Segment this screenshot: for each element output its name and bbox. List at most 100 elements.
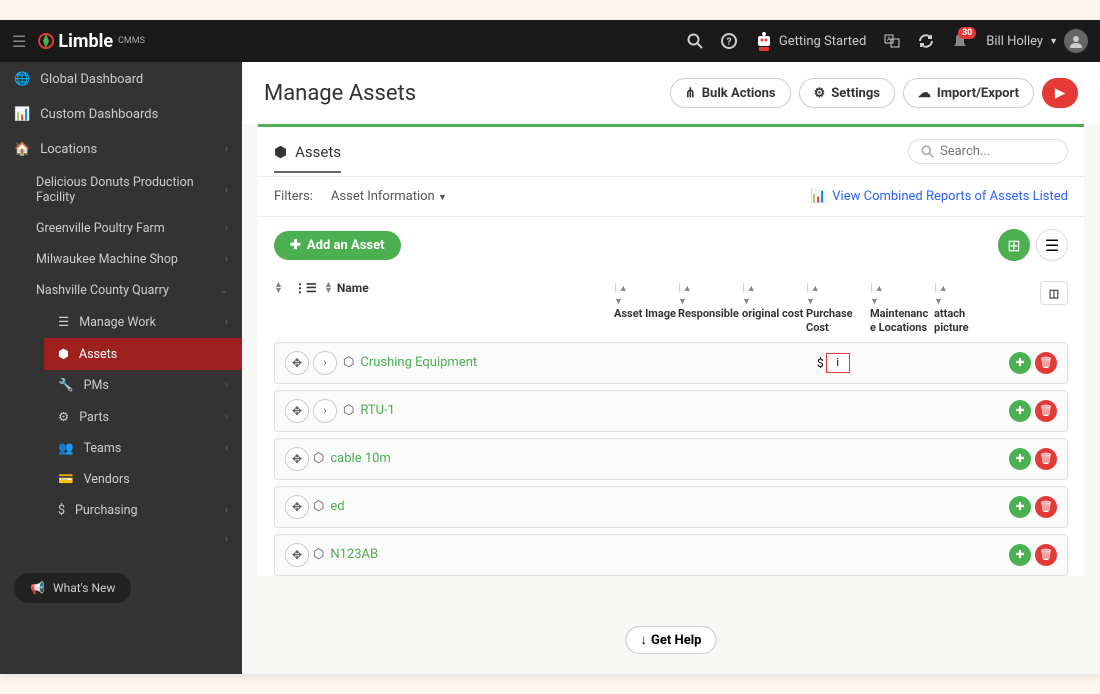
column-name[interactable]: Name	[337, 281, 369, 295]
nav-locations[interactable]: 🏠Locations›	[0, 132, 242, 167]
help-icon[interactable]: ?	[721, 33, 737, 49]
gear-icon: ⚙	[814, 86, 826, 101]
expand-button[interactable]: ›	[313, 351, 337, 375]
column-purchase-cost[interactable]: Purchase Cost	[806, 307, 853, 333]
wrench-icon: 🔧	[58, 378, 74, 393]
sort-icon[interactable]: ▲▼	[274, 282, 283, 295]
cube-icon: ⬡	[313, 499, 324, 514]
cubes-icon: ⬢	[58, 346, 69, 362]
nav-pms[interactable]: 🔧PMs›	[44, 370, 242, 401]
asset-name-link[interactable]: RTU-1	[360, 403, 625, 418]
nav-assets[interactable]: ⬢Assets	[44, 338, 242, 370]
table-row: ✥ ⬡ cable 10m ✚🗑	[274, 438, 1068, 480]
nav-global-dashboard[interactable]: 🌐Global Dashboard	[0, 62, 242, 97]
column-original-cost[interactable]: original cost	[742, 307, 803, 320]
import-export-button[interactable]: ☁Import/Export	[903, 78, 1034, 108]
drag-handle[interactable]: ✥	[285, 495, 309, 519]
nav-vendors[interactable]: 💳Vendors	[44, 464, 242, 495]
column-attach-picture[interactable]: attach picture	[934, 307, 969, 333]
row-delete-button[interactable]: 🗑	[1035, 352, 1057, 374]
row-add-button[interactable]: ✚	[1009, 352, 1031, 374]
chevron-right-icon: ›	[225, 185, 228, 196]
asset-name-link[interactable]: ed	[330, 499, 625, 514]
chevron-down-icon: ⌄	[220, 285, 228, 296]
column-maintenance-locations[interactable]: Maintenance Locations	[870, 307, 928, 333]
notifications-icon[interactable]: 30	[952, 33, 968, 49]
download-icon: ↓	[641, 632, 648, 648]
row-add-button[interactable]: ✚	[1009, 544, 1031, 566]
nav-location-greenville[interactable]: Greenville Poultry Farm›	[22, 213, 242, 244]
sort-icon[interactable]: ▲▼	[324, 282, 333, 295]
column-asset-image[interactable]: Asset Image	[614, 307, 676, 320]
cloud-icon: ☁	[918, 86, 931, 101]
page-header: Manage Assets ⋔Bulk Actions ⚙Settings ☁I…	[242, 62, 1100, 124]
drag-handle[interactable]: ✥	[285, 447, 309, 471]
play-icon: ▶	[1055, 86, 1065, 101]
row-delete-button[interactable]: 🗑	[1035, 400, 1057, 422]
asset-name-link[interactable]: Crushing Equipment	[360, 355, 625, 370]
row-add-button[interactable]: ✚	[1009, 400, 1031, 422]
menu-icon[interactable]: ☰	[12, 32, 26, 51]
table-row: ✥ ⬡ ed ✚🗑	[274, 486, 1068, 528]
row-add-button[interactable]: ✚	[1009, 496, 1031, 518]
nav-custom-dashboards[interactable]: 📊Custom Dashboards	[0, 97, 242, 132]
list-icon: ☰	[1045, 236, 1059, 255]
search-box[interactable]	[908, 139, 1068, 164]
nav-location-donuts[interactable]: Delicious Donuts Production Facility›	[22, 167, 242, 213]
nav-teams[interactable]: 👥Teams›	[44, 433, 242, 464]
nav-collapse[interactable]: ›	[22, 526, 242, 553]
getting-started-link[interactable]: Getting Started	[755, 30, 866, 52]
search-icon[interactable]	[687, 33, 703, 49]
asset-name-link[interactable]: N123AB	[330, 547, 625, 562]
expand-button[interactable]: ›	[313, 399, 337, 423]
nav-location-nashville[interactable]: Nashville County Quarry⌄	[22, 275, 242, 306]
rss-icon: ⋔	[685, 86, 696, 101]
sidebar: 🌐Global Dashboard 📊Custom Dashboards 🏠Lo…	[0, 62, 242, 674]
get-help-button[interactable]: ↓Get Help	[626, 626, 717, 654]
drag-handle[interactable]: ✥	[285, 543, 309, 567]
tree-view-toggle[interactable]: ⊞	[998, 229, 1030, 261]
nav-parts[interactable]: ⚙Parts›	[44, 401, 242, 433]
columns-config-button[interactable]: ◫	[1040, 281, 1068, 305]
asset-name-link[interactable]: cable 10m	[330, 451, 625, 466]
refresh-icon[interactable]	[918, 33, 934, 49]
cube-icon: ⬡	[313, 451, 324, 466]
translate-icon[interactable]: A	[884, 33, 900, 49]
whats-new-button[interactable]: 📢What's New	[14, 573, 131, 603]
brand-logo[interactable]: LimbleCMMS	[38, 31, 145, 52]
nav-manage-work[interactable]: ☰Manage Work›	[44, 306, 242, 338]
list-view-toggle[interactable]: ☰	[1036, 229, 1068, 261]
svg-text:A: A	[887, 36, 891, 43]
dashboard-icon: 📊	[14, 107, 30, 122]
chart-icon: 📊	[810, 189, 826, 204]
row-delete-button[interactable]: 🗑	[1035, 448, 1057, 470]
chevron-right-icon: ›	[225, 223, 228, 234]
nav-purchasing[interactable]: $Purchasing›	[44, 495, 242, 526]
view-reports-link[interactable]: 📊View Combined Reports of Assets Listed	[810, 189, 1068, 204]
row-add-button[interactable]: ✚	[1009, 448, 1031, 470]
avatar-icon	[1064, 29, 1088, 53]
brand-name: Limble	[58, 31, 113, 52]
robot-icon	[755, 30, 773, 52]
logo-icon	[38, 33, 54, 49]
filter-dropdown[interactable]: Asset Information ▼	[331, 189, 447, 204]
column-responsible[interactable]: Responsible	[678, 307, 739, 320]
row-delete-button[interactable]: 🗑	[1035, 544, 1057, 566]
chevron-right-icon: ›	[225, 412, 228, 423]
user-menu[interactable]: Bill Holley ▼	[986, 29, 1088, 53]
list-icon: ☰	[58, 314, 69, 330]
settings-button[interactable]: ⚙Settings	[799, 78, 895, 108]
bulk-actions-button[interactable]: ⋔Bulk Actions	[670, 78, 791, 108]
nav-location-milwaukee[interactable]: Milwaukee Machine Shop›	[22, 244, 242, 275]
list-icon: ⋮☰	[294, 281, 317, 295]
purchase-cost-input[interactable]	[826, 353, 850, 373]
add-asset-button[interactable]: ✚Add an Asset	[274, 231, 401, 260]
play-button[interactable]: ▶	[1042, 78, 1078, 108]
cube-icon: ⬡	[343, 403, 354, 418]
drag-handle[interactable]: ✥	[285, 399, 309, 423]
search-input[interactable]	[940, 144, 1055, 159]
chevron-right-icon: ›	[225, 443, 228, 454]
drag-handle[interactable]: ✥	[285, 351, 309, 375]
content-area: Manage Assets ⋔Bulk Actions ⚙Settings ☁I…	[242, 62, 1100, 674]
row-delete-button[interactable]: 🗑	[1035, 496, 1057, 518]
